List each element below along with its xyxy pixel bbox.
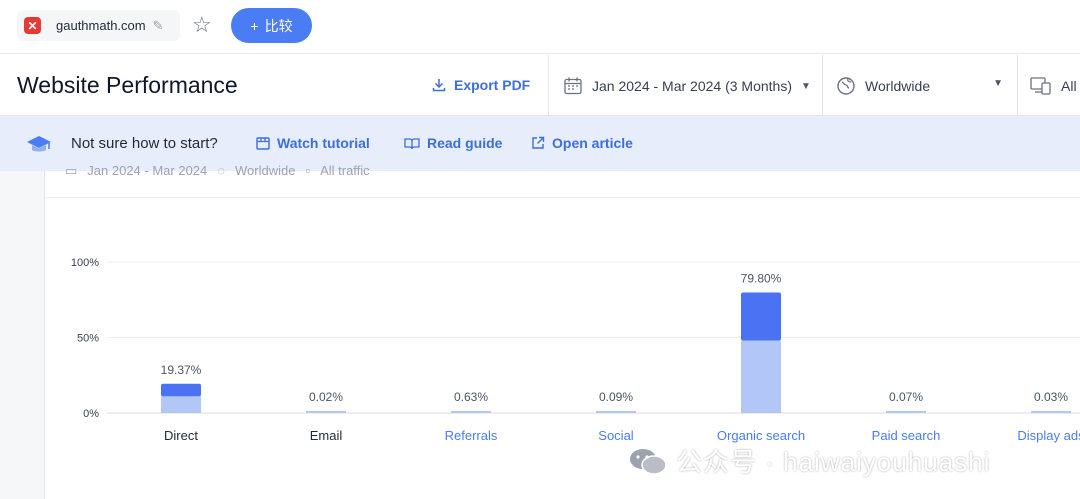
bar-segment	[741, 292, 781, 341]
x-tick-label[interactable]: Paid search	[872, 428, 941, 443]
read-guide-link[interactable]: Read guide	[404, 135, 502, 151]
export-pdf-button[interactable]: Export PDF	[432, 77, 530, 93]
data-label: 0.03%	[1034, 390, 1068, 404]
site-chip[interactable]: ✕ gauthmath.com ✎	[17, 10, 180, 41]
chevron-down-icon: ▼	[993, 78, 1003, 89]
watch-tutorial-link[interactable]: Watch tutorial	[256, 135, 370, 151]
devices-icon	[1030, 77, 1051, 95]
page-title: Website Performance	[17, 72, 238, 98]
bar-segment	[741, 340, 781, 413]
plus-icon: +	[250, 17, 259, 34]
external-link-icon	[532, 136, 545, 149]
bar-segment	[596, 411, 636, 413]
calendar-icon	[564, 77, 582, 95]
site-name: gauthmath.com	[56, 18, 146, 33]
geo-label: Worldwide	[865, 78, 931, 94]
bar-segment	[161, 383, 201, 397]
y-tick-label: 50%	[77, 333, 99, 345]
data-label: 0.63%	[454, 390, 488, 404]
left-rail	[0, 171, 44, 499]
data-label: 79.80%	[741, 272, 782, 286]
graduation-cap-icon	[26, 133, 52, 160]
geo-selector[interactable]: Worldwide ▼	[836, 76, 1006, 96]
x-tick-label[interactable]: Social	[598, 428, 634, 443]
data-label: 0.07%	[889, 390, 923, 404]
x-tick-label[interactable]: Referrals	[445, 428, 498, 443]
x-tick-label[interactable]: Display ads	[1017, 428, 1080, 443]
edit-pencil-icon[interactable]: ✎	[153, 18, 164, 34]
read-guide-label: Read guide	[427, 135, 503, 151]
header-divider	[822, 55, 823, 115]
date-range-label: Jan 2024 - Mar 2024 (3 Months)	[592, 78, 792, 94]
export-pdf-label: Export PDF	[454, 77, 531, 93]
bar-segment	[886, 411, 926, 413]
open-article-link[interactable]: Open article	[531, 135, 633, 151]
data-label: 19.37%	[161, 363, 202, 377]
traffic-label: All	[1061, 78, 1077, 94]
banner-text: Not sure how to start?	[71, 135, 218, 152]
video-icon	[256, 136, 270, 150]
x-tick-label: Direct	[164, 428, 198, 443]
compare-button[interactable]: + 比较	[231, 8, 312, 43]
y-tick-label: 100%	[71, 257, 99, 269]
top-bar: ✕ gauthmath.com ✎ ☆ + 比较	[0, 0, 1080, 54]
watermark: 公众号 · haiwaiyouhuashi	[628, 442, 990, 479]
data-label: 0.02%	[309, 390, 343, 404]
globe-icon	[837, 77, 855, 95]
open-article-label: Open article	[552, 135, 633, 151]
page-header: Website Performance Export PDF Jan 2024 …	[0, 55, 1080, 116]
watch-tutorial-label: Watch tutorial	[277, 135, 370, 151]
download-icon	[432, 79, 446, 92]
data-label: 0.09%	[599, 390, 633, 404]
traffic-selector[interactable]: All	[1030, 76, 1077, 96]
bar-segment	[306, 411, 346, 413]
header-divider	[1017, 55, 1018, 115]
compare-label: 比较	[264, 17, 293, 34]
watermark-text: 公众号 · haiwaiyouhuashi	[676, 447, 991, 477]
favorite-star-icon[interactable]: ☆	[192, 13, 212, 37]
chat-bubbles-icon	[628, 447, 668, 475]
bar-segment	[451, 411, 491, 413]
book-icon	[404, 137, 420, 149]
y-tick-label: 0%	[83, 408, 99, 420]
bar-segment	[1031, 411, 1071, 413]
x-tick-label[interactable]: Organic search	[717, 428, 805, 443]
date-range-selector[interactable]: Jan 2024 - Mar 2024 (3 Months) ▼	[563, 76, 811, 96]
x-tick-label: Email	[310, 428, 343, 443]
site-favicon-icon: ✕	[24, 17, 41, 34]
chevron-down-icon: ▼	[801, 80, 811, 92]
bar-segment	[161, 396, 201, 413]
header-divider	[548, 55, 549, 115]
